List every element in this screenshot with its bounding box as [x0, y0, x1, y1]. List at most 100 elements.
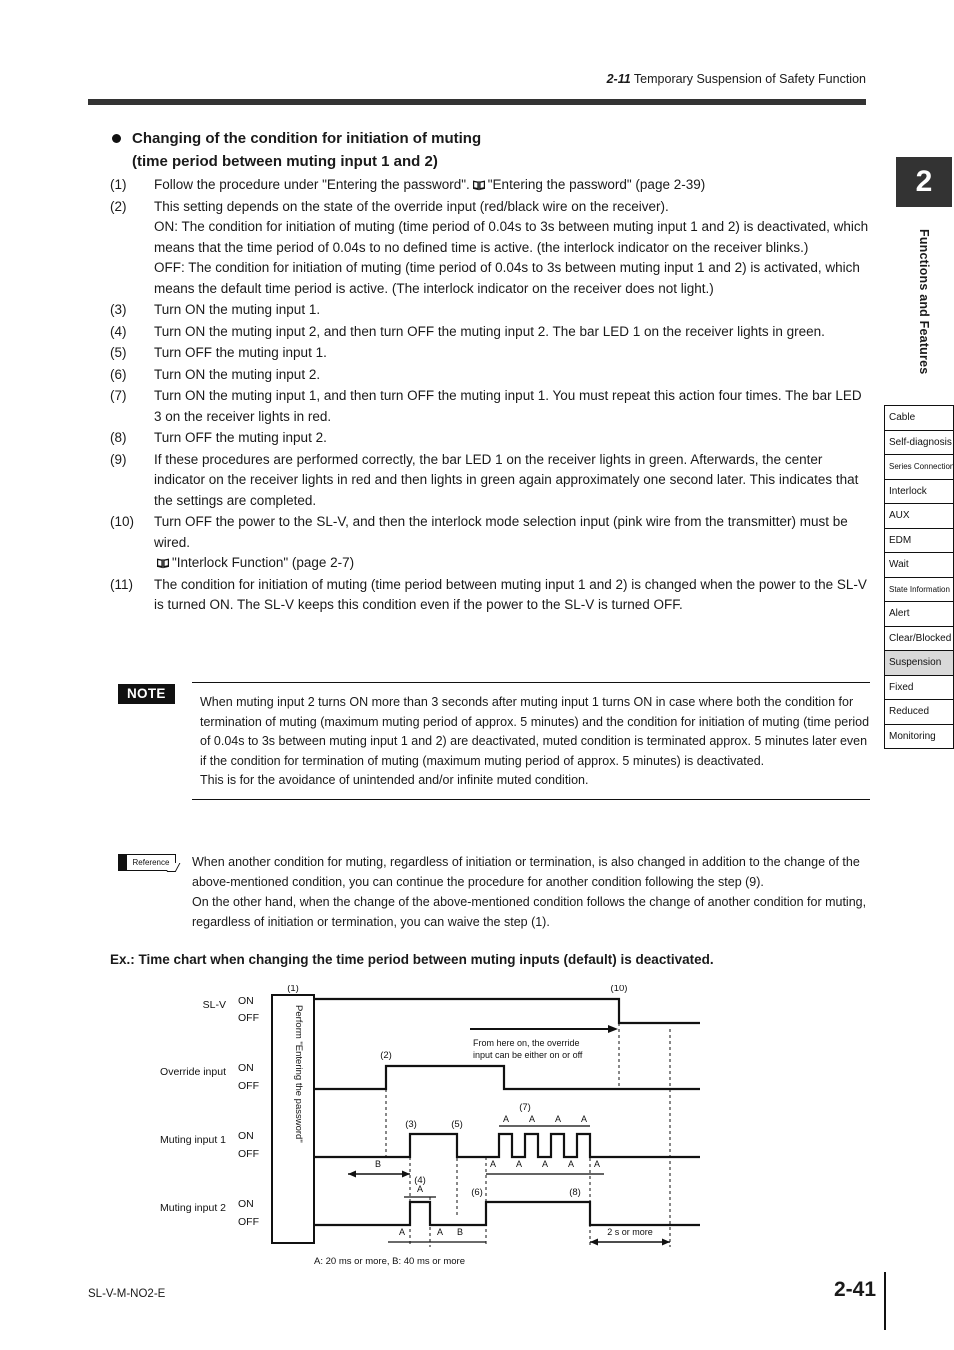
state-off-sl-v: OFF — [238, 1012, 259, 1024]
section-tab-reduced[interactable]: Reduced — [885, 700, 953, 725]
procedure-step: (6) Turn ON the muting input 2. — [110, 365, 870, 386]
step-text: Turn ON the muting input 1. — [154, 302, 321, 317]
note-label: NOTE — [118, 684, 175, 704]
step-sub-text: ON: The condition for initiation of muti… — [154, 219, 869, 255]
step-number: (9) — [110, 451, 127, 467]
state-on-muting2: ON — [238, 1198, 254, 1210]
section-tab-fixed[interactable]: Fixed — [885, 675, 953, 700]
section-tab-alert[interactable]: Alert — [885, 602, 953, 627]
interval-b-muting1: B — [375, 1159, 381, 1169]
note-paragraph: When muting input 2 turns ON more than 3… — [200, 695, 870, 768]
section-tab-series-connection[interactable]: Series Connection — [885, 455, 953, 480]
reference-paragraph: When another condition for muting, regar… — [192, 855, 860, 889]
section-tab-label: Series Connection — [889, 462, 953, 472]
chapter-title: Functions and Features — [896, 207, 952, 397]
section-tab-monitoring[interactable]: Monitoring — [885, 724, 953, 749]
section-tab-edm[interactable]: EDM — [885, 528, 953, 553]
step-text: Turn OFF the power to the SL-V, and then… — [154, 514, 848, 550]
header-section-number: 2-11 — [606, 72, 631, 86]
step-sub-text: OFF: The condition for initiation of mut… — [154, 260, 860, 296]
interval-b-arrow-head-right — [402, 1170, 410, 1178]
step-marker-1: (1) — [287, 985, 299, 994]
heading-line-1: Changing of the condition for initiation… — [132, 130, 482, 147]
interval-a-bottom-4: A — [568, 1159, 574, 1169]
step-number: (1) — [110, 177, 127, 192]
step-cross-reference[interactable]: "Entering the password" (page 2-39) — [488, 177, 705, 192]
section-tab-clear-blocked[interactable]: Clear/Blocked — [885, 626, 953, 651]
section-tab-label: EDM — [889, 534, 912, 546]
section-tab-aux[interactable]: AUX — [885, 504, 953, 529]
procedure-step: (8) Turn OFF the muting input 2. — [110, 428, 870, 449]
interval-a-top-1: A — [503, 1114, 509, 1124]
step-number: (8) — [110, 430, 127, 445]
section-tab-state-information[interactable]: State Information — [885, 577, 953, 602]
signal-label-sl-v: SL-V — [203, 999, 226, 1011]
step-number: (11) — [110, 576, 134, 592]
callout-line-1: From here on, the override — [473, 1038, 580, 1048]
procedure-step: (5) Turn OFF the muting input 1. — [110, 343, 870, 364]
signal-label-override-input: Override input — [160, 1066, 226, 1078]
section-tab-cable[interactable]: Cable — [885, 406, 953, 431]
section-tab-self-diagnosis[interactable]: Self-diagnosis — [885, 430, 953, 455]
step-reference-text: "Interlock Function" (page 2-7) — [172, 555, 355, 570]
section-tab-label: AUX — [889, 510, 910, 522]
step-reference-line[interactable]: "Interlock Function" (page 2-7) — [154, 553, 870, 574]
footer-side-rule — [884, 1272, 886, 1330]
interval-a-bottom-5: A — [594, 1159, 600, 1169]
section-tab-label: Wait — [889, 559, 909, 571]
step-number: (4) — [110, 323, 127, 339]
example-title: Ex.: Time chart when changing the time p… — [110, 952, 714, 967]
main-content: Changing of the condition for initiation… — [110, 128, 870, 616]
bullet-dot-icon — [112, 134, 121, 143]
footer-page-number: 2-41 — [833, 1278, 876, 1301]
step-text: Turn OFF the muting input 1. — [154, 345, 327, 360]
interval-a-muting2-1: A — [399, 1227, 405, 1237]
chapter-title-text: Functions and Features — [917, 229, 931, 375]
interval-a-bottom-2: A — [516, 1159, 522, 1169]
interval-a-top-3: A — [555, 1114, 561, 1124]
interval-b-arrow-head-left — [348, 1170, 356, 1178]
section-tab-label: State Information — [889, 584, 950, 594]
step-text: Turn ON the muting input 2. — [154, 366, 321, 382]
section-tab-suspension[interactable]: Suspension — [885, 651, 953, 676]
step-number: (2) — [110, 198, 127, 214]
procedure-step: (7) Turn ON the muting input 1, and then … — [110, 386, 870, 427]
timing-chart-svg: SL-V Override input Muting input 1 Mutin… — [160, 985, 700, 1267]
step-text: Turn ON the muting input 2, and then tur… — [154, 323, 825, 339]
header-section-title: Temporary Suspension of Safety Function — [633, 72, 866, 86]
step-marker-5: (5) — [451, 1119, 463, 1130]
callout-line-2: input can be either on or off — [473, 1050, 583, 1060]
signal-label-muting-input-2: Muting input 2 — [160, 1202, 226, 1214]
interval-a-bottom-3: A — [542, 1159, 548, 1169]
section-heading: Changing of the condition for initiation… — [110, 128, 870, 173]
book-reference-icon — [156, 557, 169, 569]
interval-a-bottom-1: A — [490, 1159, 496, 1169]
step-marker-7: (7) — [519, 1102, 531, 1113]
state-off-muting2: OFF — [238, 1216, 259, 1228]
step-number: (6) — [110, 366, 127, 382]
procedure-step: (3) Turn ON the muting input 1. — [110, 300, 870, 321]
chapter-number-badge: 2 — [896, 157, 952, 207]
section-tab-label: Self-diagnosis — [889, 436, 952, 448]
interval-end-label: 2 s or more — [607, 1227, 653, 1237]
heading-line-2: (time period between muting input 1 and … — [132, 152, 438, 170]
procedure-step-list: (1) Follow the procedure under "Entering … — [110, 175, 870, 616]
section-tab-interlock[interactable]: Interlock — [885, 479, 953, 504]
step-number: (3) — [110, 302, 127, 317]
section-tab-list: Cable Self-diagnosis Series Connection Inte… — [884, 405, 954, 749]
section-tab-label: Fixed — [889, 681, 914, 693]
step-number: (7) — [110, 388, 127, 403]
interval-a-top-4: A — [581, 1114, 587, 1124]
interval-a-top-2: A — [529, 1114, 535, 1124]
timing-chart: SL-V Override input Muting input 1 Mutin… — [120, 985, 840, 1275]
state-on-muting1: ON — [238, 1130, 254, 1142]
note-body: When muting input 2 turns ON more than 3… — [192, 682, 870, 800]
section-tab-wait[interactable]: Wait — [885, 553, 953, 578]
reference-body: When another condition for muting, regar… — [192, 852, 870, 932]
step-text: If these procedures are performed correc… — [154, 451, 859, 508]
chapter-tab-rail: 2 Functions and Features Cable Self-diagn… — [884, 157, 954, 749]
interval-end-head-right — [662, 1238, 670, 1246]
callout-arrow-head — [608, 1025, 618, 1033]
waveform-override-input — [314, 1064, 700, 1091]
waveform-sl-v — [314, 997, 700, 1025]
